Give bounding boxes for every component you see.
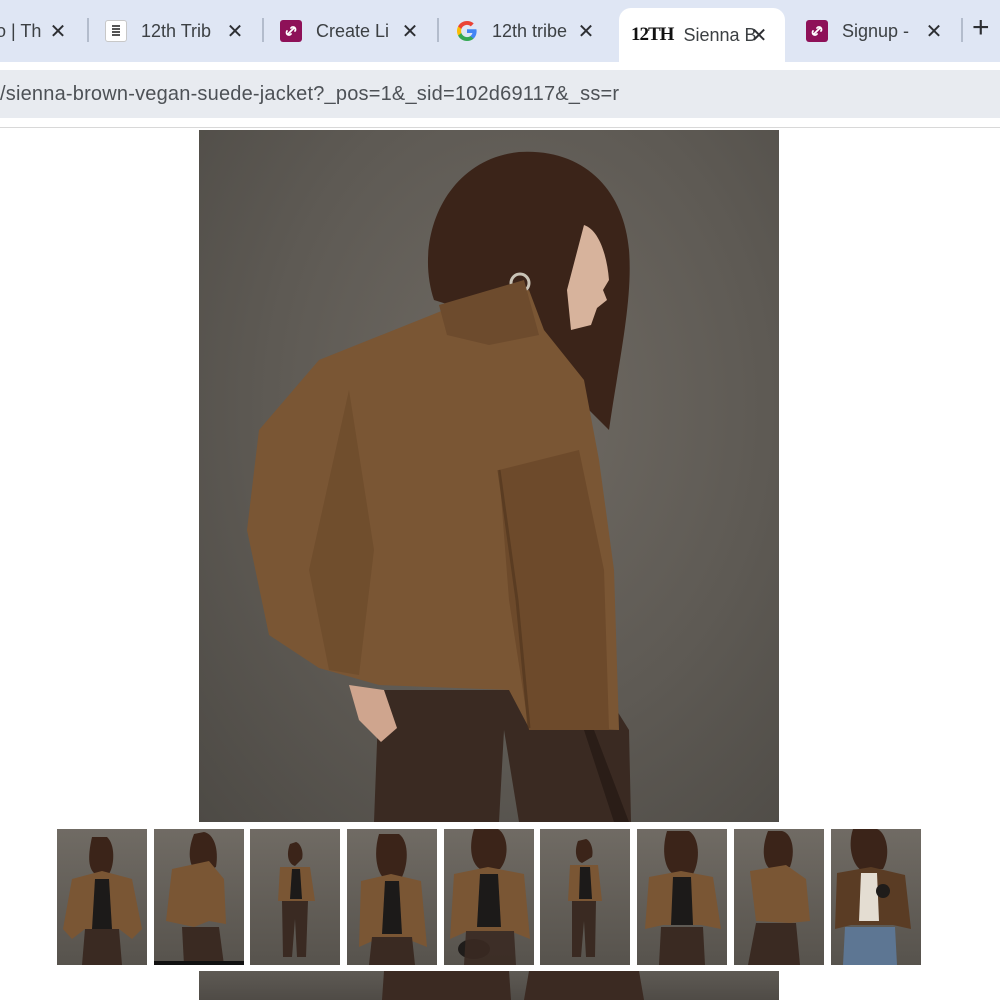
tab-separator: [437, 18, 439, 42]
tab-separator: [961, 18, 963, 42]
next-image-illustration: [382, 971, 644, 1000]
tab-title: Signup -: [842, 20, 910, 41]
next-product-image[interactable]: [199, 971, 779, 1000]
tab-title: 12th Trib: [141, 20, 212, 41]
thumbnail-strip: [57, 829, 921, 966]
tab-separator: [262, 18, 264, 42]
close-tab-icon[interactable]: ✕: [223, 19, 247, 43]
thumbnail[interactable]: [831, 829, 921, 965]
thumbnail[interactable]: [540, 829, 630, 965]
tab-title: 12th tribe: [492, 20, 568, 41]
thumbnail[interactable]: [637, 829, 727, 965]
url-text[interactable]: /sienna-brown-vegan-suede-jacket?_pos=1&…: [0, 83, 619, 106]
thumbnail[interactable]: [57, 829, 147, 965]
purple-link-icon: [280, 20, 302, 42]
12th-tribe-logo-icon: 12TH: [631, 24, 674, 45]
tab-2[interactable]: Create Li ✕: [280, 8, 422, 54]
close-tab-icon[interactable]: ✕: [46, 19, 70, 43]
thumbnail[interactable]: [734, 829, 824, 965]
tab-title: o | Th: [0, 20, 42, 41]
toolbar-divider: [0, 127, 1000, 128]
tab-4-active[interactable]: 12TH Sienna B ✕: [619, 8, 785, 62]
google-icon: [456, 20, 478, 42]
toolbar: /sienna-brown-vegan-suede-jacket?_pos=1&…: [0, 62, 1000, 126]
model-back-view-illustration: [247, 151, 631, 822]
thumbnail[interactable]: [250, 829, 340, 965]
tab-title: Sienna B: [683, 24, 757, 45]
tab-separator: [87, 18, 89, 42]
purple-link-icon: [806, 20, 828, 42]
thumbnail[interactable]: [444, 829, 534, 965]
tab-5[interactable]: Signup - ✕: [806, 8, 946, 54]
new-tab-icon[interactable]: +: [972, 13, 1000, 44]
close-tab-icon[interactable]: ✕: [398, 19, 422, 43]
address-bar[interactable]: /sienna-brown-vegan-suede-jacket?_pos=1&…: [0, 70, 1000, 118]
tab-title: Create Li: [316, 20, 390, 41]
thumbnail[interactable]: [154, 829, 244, 965]
close-tab-icon[interactable]: ✕: [922, 19, 946, 43]
tab-1[interactable]: 12th Trib ✕: [105, 8, 247, 54]
tab-0[interactable]: o | Th ✕: [0, 8, 70, 54]
tab-strip: o | Th ✕ 12th Trib ✕ Create Li ✕ 12th tr…: [0, 0, 1000, 62]
tab-3[interactable]: 12th tribe ✕: [456, 8, 598, 54]
12th-tribe-icon: [105, 20, 127, 42]
close-tab-icon[interactable]: ✕: [574, 19, 598, 43]
close-tab-icon[interactable]: ✕: [747, 23, 771, 47]
thumbnail[interactable]: [347, 829, 437, 965]
product-main-image[interactable]: [199, 130, 779, 822]
